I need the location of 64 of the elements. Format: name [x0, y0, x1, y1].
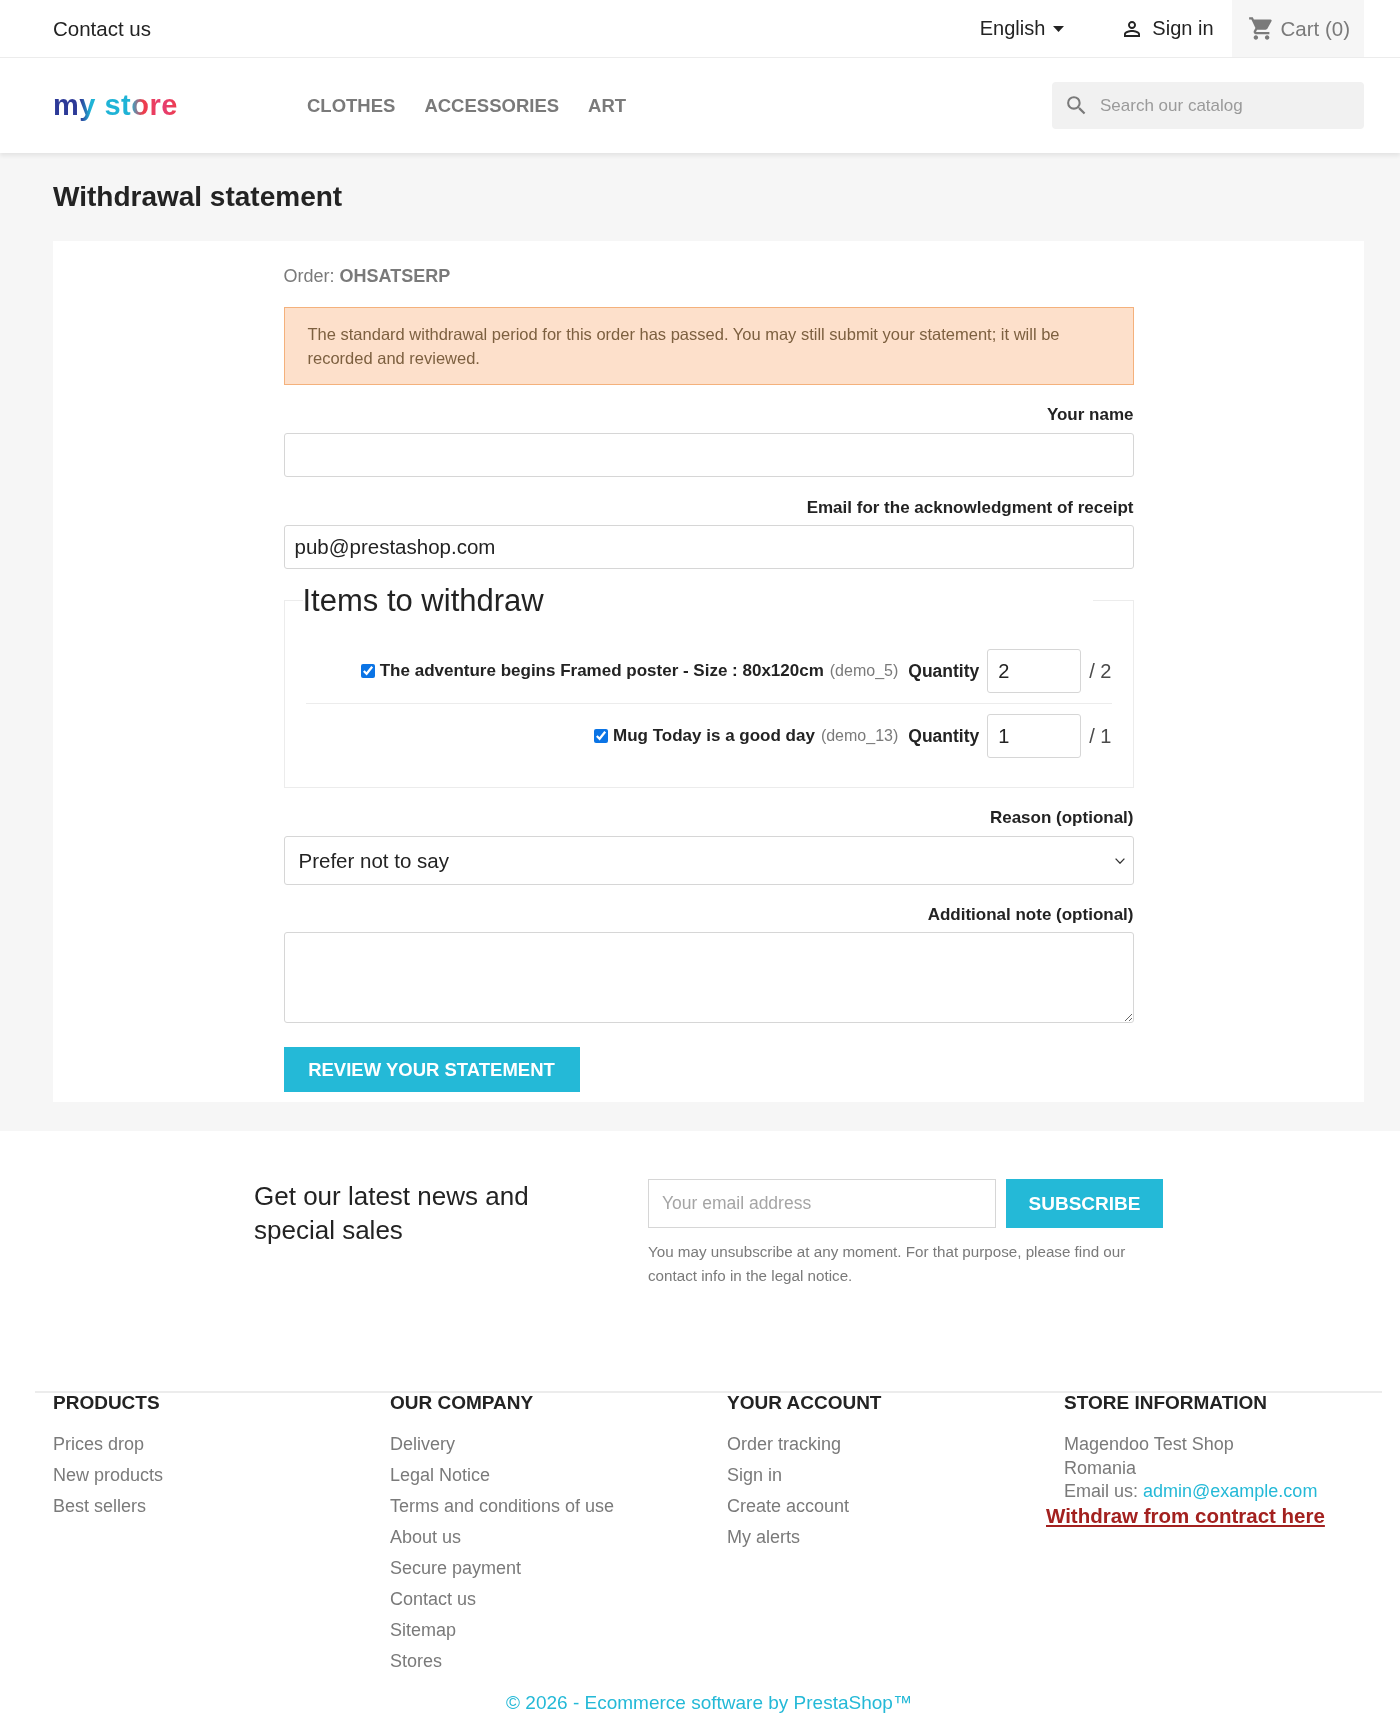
newsletter-title: Get our latest news and special sales [254, 1180, 530, 1247]
footer-link[interactable]: Secure payment [390, 1553, 522, 1584]
footer-link[interactable]: Contact us [390, 1584, 477, 1615]
footer-heading: STORE INFORMATION [1064, 1393, 1268, 1413]
reason-select[interactable]: Prefer not to say [283, 836, 1134, 885]
fieldset-legend: Items to withdraw [302, 582, 1093, 619]
quantity-label: Quantity [908, 725, 980, 747]
nav-link[interactable]: ART [588, 94, 627, 117]
contact-us-link[interactable]: Contact us [53, 16, 151, 41]
footer-link[interactable]: My alerts [727, 1522, 800, 1553]
email-link[interactable]: admin@example.com [1143, 1480, 1318, 1504]
footer-link[interactable]: Best sellers [53, 1491, 147, 1522]
quantity-input[interactable]: 1 [987, 714, 1082, 758]
cart-link[interactable]: Cart (0) [1231, 0, 1364, 57]
footer-link[interactable]: Legal Notice [390, 1460, 491, 1491]
sign-in-link[interactable]: Sign in [1120, 16, 1214, 41]
footer-link[interactable]: Sign in [727, 1460, 783, 1491]
item-checkbox[interactable] [594, 729, 609, 743]
field-label: Reason (optional) [989, 807, 1134, 829]
item-name: Mug Today is a good day [613, 726, 815, 746]
language-dropdown[interactable]: English [979, 17, 1065, 40]
store-info-text: Romania [1064, 1456, 1137, 1480]
footer-link[interactable]: Terms and conditions of use [390, 1491, 615, 1522]
footer-link[interactable]: Stores [390, 1646, 443, 1677]
name-input[interactable] [283, 433, 1134, 477]
copyright-link[interactable]: © 2026 - Ecommerce software by PrestaShop™ [488, 1691, 912, 1715]
quantity-max: / 1 [1089, 724, 1112, 748]
quantity-label: Quantity [908, 660, 980, 682]
footer-heading: PRODUCTS [53, 1393, 160, 1413]
item-reference: (demo_5) [829, 662, 899, 680]
footer-heading: YOUR ACCOUNT [727, 1393, 882, 1413]
warning-alert: The standard withdrawal period for this order has passed. You may still submit your statement; it will be recorded and reviewed. [283, 307, 1134, 385]
nav-link[interactable]: CLOTHES [307, 94, 396, 117]
subscribe-button[interactable]: SUBSCRIBE [1006, 1179, 1163, 1228]
newsletter-email-input[interactable]: Your email address [648, 1179, 996, 1228]
withdraw-link[interactable]: Withdraw from contract here [1046, 1503, 1325, 1528]
cart-icon [1247, 15, 1275, 42]
caret-icon [1053, 25, 1065, 32]
footer-link[interactable]: Sitemap [390, 1615, 457, 1646]
order-reference: Order: OHSATSERP [283, 265, 451, 288]
page-title: Withdrawal statement [53, 180, 343, 214]
footer-heading: OUR COMPANY [390, 1393, 534, 1413]
nav-link[interactable]: ACCESSORIES [424, 94, 560, 117]
footer-link[interactable]: Create account [727, 1491, 850, 1522]
quantity-input[interactable]: 2 [987, 649, 1082, 693]
store-info-text: Magendoo Test Shop [1064, 1433, 1234, 1456]
newsletter-notice: You may unsubscribe at any moment. For that purpose, please find our contact info in the legal notice. [648, 1242, 1127, 1286]
chevron-down-icon [1114, 857, 1125, 864]
item-checkbox[interactable] [360, 664, 375, 678]
field-label: Additional note (optional) [927, 904, 1134, 926]
email-label: Email us: [1064, 1480, 1139, 1503]
item-name: The adventure begins Framed poster - Size : 80x120cm [379, 661, 824, 681]
quantity-max: / 2 [1089, 659, 1112, 683]
item-reference: (demo_13) [820, 727, 899, 745]
search-field[interactable]: Search our catalog [1052, 82, 1364, 129]
footer-link[interactable]: New products [53, 1460, 164, 1491]
footer-link[interactable]: About us [390, 1522, 462, 1553]
email-input[interactable]: pub@prestashop.com [283, 525, 1134, 569]
field-label: Email for the acknowledgment of receipt [806, 497, 1134, 519]
review-statement-button[interactable]: REVIEW YOUR STATEMENT [283, 1047, 580, 1092]
footer-link[interactable]: Order tracking [727, 1429, 842, 1460]
field-label: Your name [1046, 404, 1134, 426]
footer-link[interactable]: Delivery [390, 1429, 455, 1460]
footer-link[interactable]: Prices drop [53, 1429, 145, 1460]
